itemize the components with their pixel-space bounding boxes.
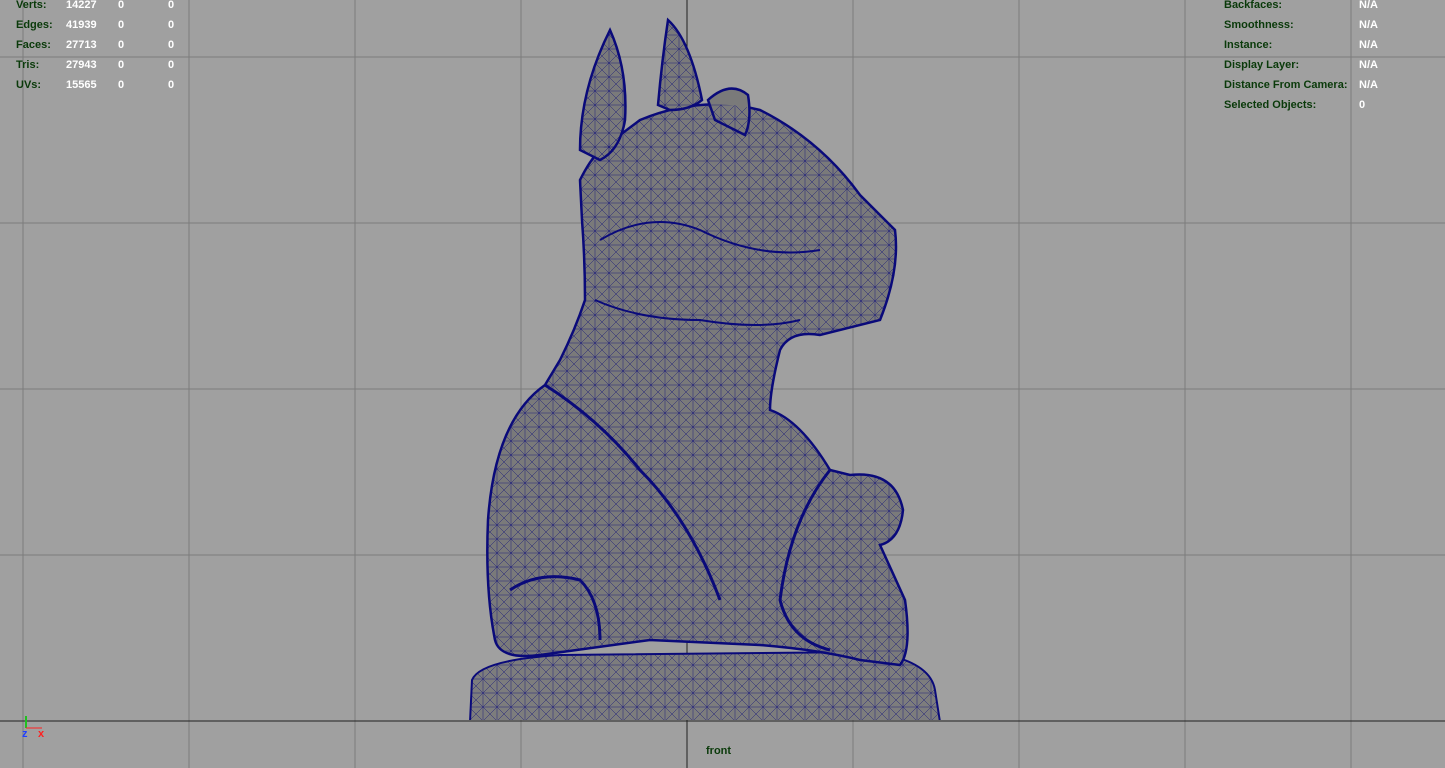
axis-z-label: z (22, 728, 28, 740)
stat-label: UVs: (16, 79, 42, 91)
stat-label: Edges: (16, 19, 53, 31)
axis-x-label: x (38, 728, 45, 740)
stat-value: 0 (118, 39, 125, 51)
stat-value: 0 (118, 19, 125, 31)
poly-count-row-uvs: UVs: 15565 0 0 (16, 75, 208, 95)
poly-count-row-tris: Tris: 27943 0 0 (16, 55, 208, 75)
stat-value: 0 (168, 19, 175, 31)
detail-label: Selected Objects: (1224, 99, 1317, 111)
wireframe-model[interactable] (0, 0, 1445, 768)
detail-label: Smoothness: (1224, 19, 1294, 31)
poly-count-row-verts: Verts: 14227 0 0 (16, 0, 208, 15)
stat-value: 0 (168, 59, 175, 71)
viewport-front[interactable]: Verts: 14227 0 0 Edges: 41939 0 0 Faces:… (0, 0, 1445, 768)
stat-value: 0 (168, 79, 175, 91)
detail-value: N/A (1359, 59, 1378, 71)
detail-value: N/A (1359, 79, 1378, 91)
stat-label: Faces: (16, 39, 51, 51)
object-details-hud: Backfaces: N/A Smoothness: N/A Instance:… (1224, 0, 1419, 115)
camera-name-label: front (706, 745, 732, 757)
rhino-statue-mesh[interactable] (469, 17, 941, 722)
detail-row-instance: Instance: N/A (1224, 35, 1419, 55)
detail-label: Instance: (1224, 39, 1273, 51)
detail-value: 0 (1359, 99, 1366, 111)
poly-count-hud: Verts: 14227 0 0 Edges: 41939 0 0 Faces:… (16, 0, 208, 95)
stat-value: 0 (118, 59, 125, 71)
stat-value: 27943 (66, 59, 97, 71)
stat-label: Tris: (16, 59, 40, 71)
poly-count-row-faces: Faces: 27713 0 0 (16, 35, 208, 55)
detail-row-smoothness: Smoothness: N/A (1224, 15, 1419, 35)
detail-label: Distance From Camera: (1224, 79, 1348, 91)
stat-label: Verts: (16, 0, 47, 11)
stat-value: 14227 (66, 0, 97, 11)
detail-label: Display Layer: (1224, 59, 1300, 71)
detail-value: N/A (1359, 39, 1378, 51)
stat-value: 0 (118, 0, 125, 11)
detail-row-backfaces: Backfaces: N/A (1224, 0, 1419, 15)
stat-value: 0 (168, 0, 175, 11)
stat-value: 15565 (66, 79, 97, 91)
stat-value: 41939 (66, 19, 97, 31)
detail-row-display-layer: Display Layer: N/A (1224, 55, 1419, 75)
axis-indicator: z x (20, 712, 60, 752)
detail-label: Backfaces: (1224, 0, 1283, 11)
stat-value: 27713 (66, 39, 97, 51)
detail-value: N/A (1359, 0, 1378, 11)
detail-row-distance-from-camera: Distance From Camera: N/A (1224, 75, 1419, 95)
detail-row-selected-objects: Selected Objects: 0 (1224, 95, 1419, 115)
detail-value: N/A (1359, 19, 1378, 31)
stat-value: 0 (118, 79, 125, 91)
poly-count-row-edges: Edges: 41939 0 0 (16, 15, 208, 35)
stat-value: 0 (168, 39, 175, 51)
